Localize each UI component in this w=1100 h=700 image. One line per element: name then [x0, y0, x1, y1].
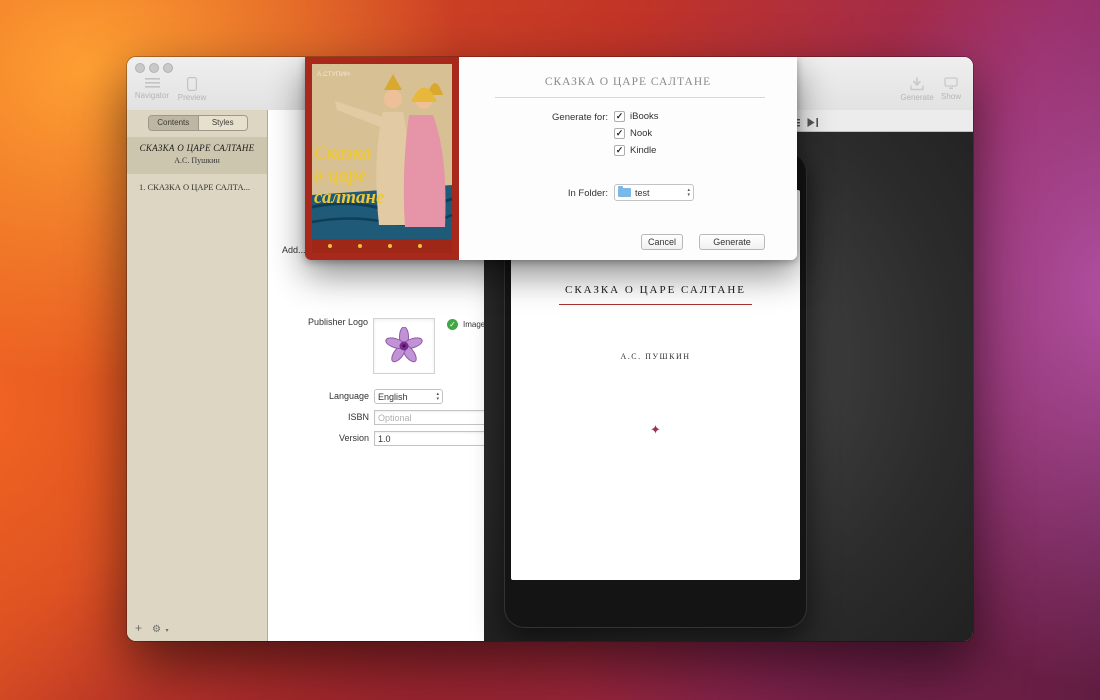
cover-title-line3: салтане — [314, 187, 385, 208]
publisher-logo-label: Publisher Logo — [268, 317, 368, 327]
dialog-title-rule — [495, 97, 765, 98]
folder-icon — [618, 188, 631, 197]
skip-to-end-icon[interactable] — [806, 115, 819, 133]
cancel-button[interactable]: Cancel — [641, 234, 683, 250]
checkbox-ibooks-label[interactable]: iBooks — [630, 111, 659, 122]
sidebar-chapter-item[interactable]: 1. СКАЗКА О ЦАРЕ САЛТА... — [139, 182, 250, 192]
page-book-author: А.С. ПУШКИН — [511, 352, 800, 361]
tab-contents[interactable]: Contents — [149, 116, 198, 130]
sidebar-book-title: СКАЗКА О ЦАРЕ САЛТАНЕ — [127, 137, 267, 153]
checkbox-kindle[interactable]: ✓ — [614, 145, 625, 156]
version-field[interactable] — [374, 431, 489, 446]
book-cover-art: А.СТУПИН Сказка о царе салтане — [305, 57, 459, 260]
popup-arrows-icon: ▴▾ — [436, 392, 439, 401]
folder-value: test — [635, 188, 650, 198]
generate-icon — [910, 77, 924, 91]
desktop-wallpaper: Untitled.vellum — Edited ▾ Navigator Pre… — [0, 0, 1100, 700]
sidebar-title-block[interactable]: СКАЗКА О ЦАРЕ САЛТАНЕ А.С. Пушкин — [127, 137, 267, 174]
target-row-nook: ✓ Nook — [614, 127, 652, 140]
publisher-logo-flower-icon — [385, 327, 423, 365]
isbn-field[interactable] — [374, 410, 489, 425]
navigator-button[interactable]: Navigator — [130, 77, 174, 100]
in-folder-label: In Folder: — [459, 188, 608, 199]
version-label: Version — [268, 433, 369, 443]
preview-icon — [187, 77, 197, 91]
status-check-icon: ✓ — [447, 319, 458, 330]
generate-toolbar-label: Generate — [900, 93, 933, 102]
show-label: Show — [941, 92, 961, 101]
gear-menu-button[interactable]: ⚙ ▾ — [152, 619, 168, 637]
cover-artist-text: А.СТУПИН — [317, 71, 350, 78]
gear-chevron-icon: ▾ — [165, 628, 168, 634]
vellum-window: Untitled.vellum — Edited ▾ Navigator Pre… — [127, 57, 973, 641]
publisher-logo-well[interactable] — [373, 318, 435, 374]
generate-button[interactable]: Generate — [699, 234, 765, 250]
page-book-title: СКАЗКА О ЦАРЕ САЛТАНЕ — [511, 280, 800, 305]
navigator-icon — [145, 77, 160, 89]
show-icon — [944, 77, 958, 90]
checkbox-kindle-label[interactable]: Kindle — [630, 145, 656, 156]
gear-icon: ⚙ — [152, 624, 161, 635]
isbn-label: ISBN — [268, 412, 369, 422]
dialog-title: СКАЗКА О ЦАРЕ САЛТАНЕ — [459, 76, 797, 88]
language-value: English — [378, 392, 408, 402]
preview-button[interactable]: Preview — [172, 77, 212, 102]
sidebar-bottom-bar: + ⚙ ▾ — [135, 619, 168, 637]
navigator-label: Navigator — [135, 91, 169, 100]
folder-popup-arrows-icon: ▴▾ — [687, 188, 690, 197]
sidebar-tab-switcher: Contents Styles — [148, 115, 248, 131]
sidebar: Contents Styles СКАЗКА О ЦАРЕ САЛТАНЕ А.… — [127, 110, 268, 641]
cover-title-line2: о царе — [314, 165, 367, 186]
add-button-partial[interactable]: Add... — [282, 245, 306, 257]
checkbox-ibooks[interactable]: ✓ — [614, 111, 625, 122]
cover-title-line1: Сказка — [314, 143, 372, 164]
page-star-ornament-icon: ✦ — [511, 422, 800, 438]
language-label: Language — [268, 391, 369, 401]
sidebar-book-author: А.С. Пушкин — [127, 156, 267, 165]
target-row-kindle: ✓ Kindle — [614, 144, 656, 157]
preview-label: Preview — [178, 93, 206, 102]
generate-sheet-dialog: А.СТУПИН Сказка о царе салтане СКАЗКА О … — [305, 57, 797, 260]
generate-for-label: Generate for: — [459, 112, 608, 123]
folder-popup[interactable]: test ▴▾ — [614, 184, 694, 201]
add-chapter-button[interactable]: + — [135, 621, 142, 635]
show-button[interactable]: Show — [933, 77, 969, 101]
book-cover-thumbnail: А.СТУПИН Сказка о царе салтане — [305, 57, 459, 260]
tab-styles[interactable]: Styles — [198, 116, 248, 130]
checkbox-nook-label[interactable]: Nook — [630, 128, 652, 139]
checkbox-nook[interactable]: ✓ — [614, 128, 625, 139]
target-row-ibooks: ✓ iBooks — [614, 110, 659, 123]
language-popup[interactable]: English ▴▾ — [374, 389, 443, 404]
